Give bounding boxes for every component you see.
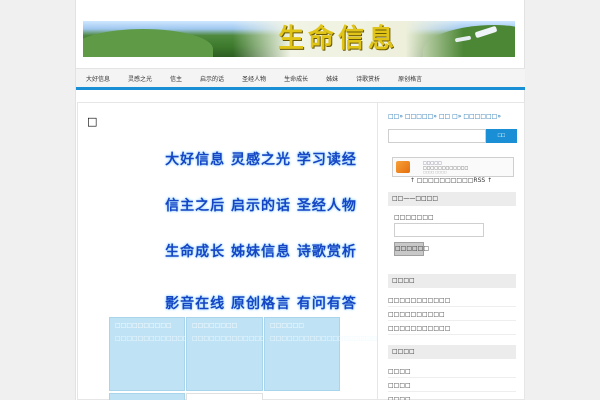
grid-cell[interactable]: □□□□□□□□□□ □□□□□□□□□□□□□□□□□□□□□□□□□□□□□…	[109, 317, 415, 391]
nav-item[interactable]: 诗歌赏析	[356, 74, 380, 83]
grid-cell-body: □□□□□□□□□□□□□□□□□□□□□□□□□□□□□□□□□□□□□□□□…	[192, 335, 447, 342]
grid-cell-body: □□□□□□□□□□□□□□□□□□□□□□□□□□	[270, 335, 418, 342]
nav-item[interactable]: 生命成长	[284, 74, 308, 83]
grid-cell-empty	[109, 393, 185, 400]
widget-heading: □□□□	[388, 274, 516, 288]
search-input[interactable]	[388, 129, 486, 143]
sidebar-top-links[interactable]: □□» □□□□□» □□ □» □□□□□□»	[388, 113, 501, 120]
post-title: □	[87, 115, 98, 128]
rss-badge[interactable]: □□□□□ □□□□□□□□□□□□ □□□□ □□□□	[392, 157, 514, 177]
sidebar-link[interactable]: □□□□□□□□□□	[388, 311, 516, 321]
rss-line: □□□□ □□□□	[423, 170, 447, 174]
main-nav: 大好信息 灵感之光 信主 启示的话 圣经人物 生命成长 姊妹 诗歌赏析 原创格言	[76, 68, 525, 90]
rss-caption[interactable]: ↑ □□□□□□□□□□RSS ↑	[378, 177, 524, 184]
sidebar: □□» □□□□□» □□ □» □□□□□□» □□ □□□□□ □□□□□□…	[377, 102, 525, 400]
login-widget-heading: □□——□□□□	[388, 192, 516, 206]
site-title: 生命信息	[277, 24, 398, 54]
sidebar-link[interactable]: □□□□	[388, 396, 516, 400]
login-field[interactable]	[394, 223, 484, 237]
nav-item[interactable]: 启示的话	[200, 74, 224, 83]
grid-cell-empty	[186, 393, 263, 400]
grid-cell[interactable]: □□□□□□□□ □□□□□□□□□□□□□□□□□□□□□□□□□□□□□□□…	[186, 317, 447, 391]
search-button[interactable]: □□	[486, 129, 517, 143]
nav-item[interactable]: 大好信息	[86, 74, 110, 83]
banner-mountain-left	[83, 29, 213, 57]
nav-item[interactable]: 原创格言	[398, 74, 422, 83]
sidebar-link[interactable]: □□□□	[388, 368, 516, 378]
page-frame: 生命信息 大好信息 灵感之光 信主 启示的话 圣经人物 生命成长 姊妹 诗歌赏析…	[75, 0, 525, 400]
grid-cell[interactable]: □□□□□□ □□□□□□□□□□□□□□□□□□□□□□□□□□	[264, 317, 418, 391]
nav-item[interactable]: 圣经人物	[242, 74, 266, 83]
login-button[interactable]: □□□□□□	[394, 242, 429, 256]
grid-cell-title: □□□□□□	[270, 322, 305, 329]
sidebar-link[interactable]: □□□□□□□□□□□	[388, 325, 516, 335]
sidebar-link[interactable]: □□□□	[388, 382, 516, 392]
header-banner[interactable]: 生命信息	[83, 21, 515, 57]
widget-heading: □□□□	[388, 345, 516, 359]
grid-cell-body: □□□□□□□□□□□□□□□□□□□□□□□□□□□□□□□□□□□□□□□□…	[115, 335, 415, 342]
login-label: □□□□□□□	[394, 214, 434, 221]
nav-item[interactable]: 灵感之光	[128, 74, 152, 83]
sidebar-link[interactable]: □□□□□□□□□□□	[388, 297, 516, 307]
grid-cell-title: □□□□□□□□	[192, 322, 238, 329]
rss-icon	[396, 161, 410, 173]
grid-cell-title: □□□□□□□□□□	[115, 322, 172, 329]
nav-item[interactable]: 姊妹	[326, 74, 338, 83]
nav-item[interactable]: 信主	[170, 74, 182, 83]
